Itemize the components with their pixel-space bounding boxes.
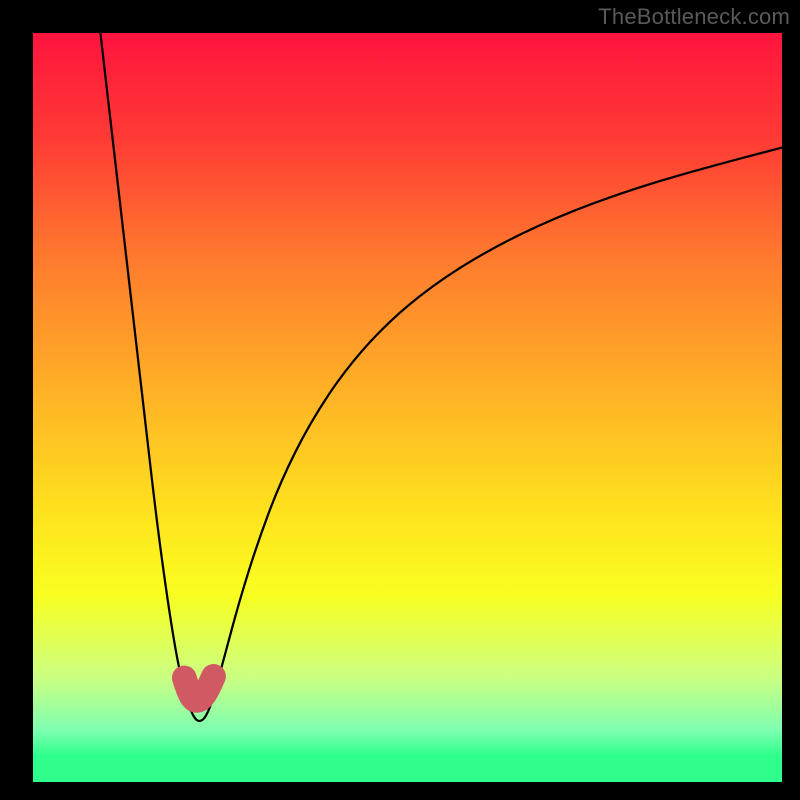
chart-plot-area — [33, 33, 782, 782]
green-band — [33, 756, 782, 782]
watermark-text: TheBottleneck.com — [598, 4, 790, 30]
chart-svg — [33, 33, 782, 782]
gradient-background — [33, 33, 782, 782]
chart-frame: TheBottleneck.com — [0, 0, 800, 800]
highlight-marker — [184, 676, 213, 700]
